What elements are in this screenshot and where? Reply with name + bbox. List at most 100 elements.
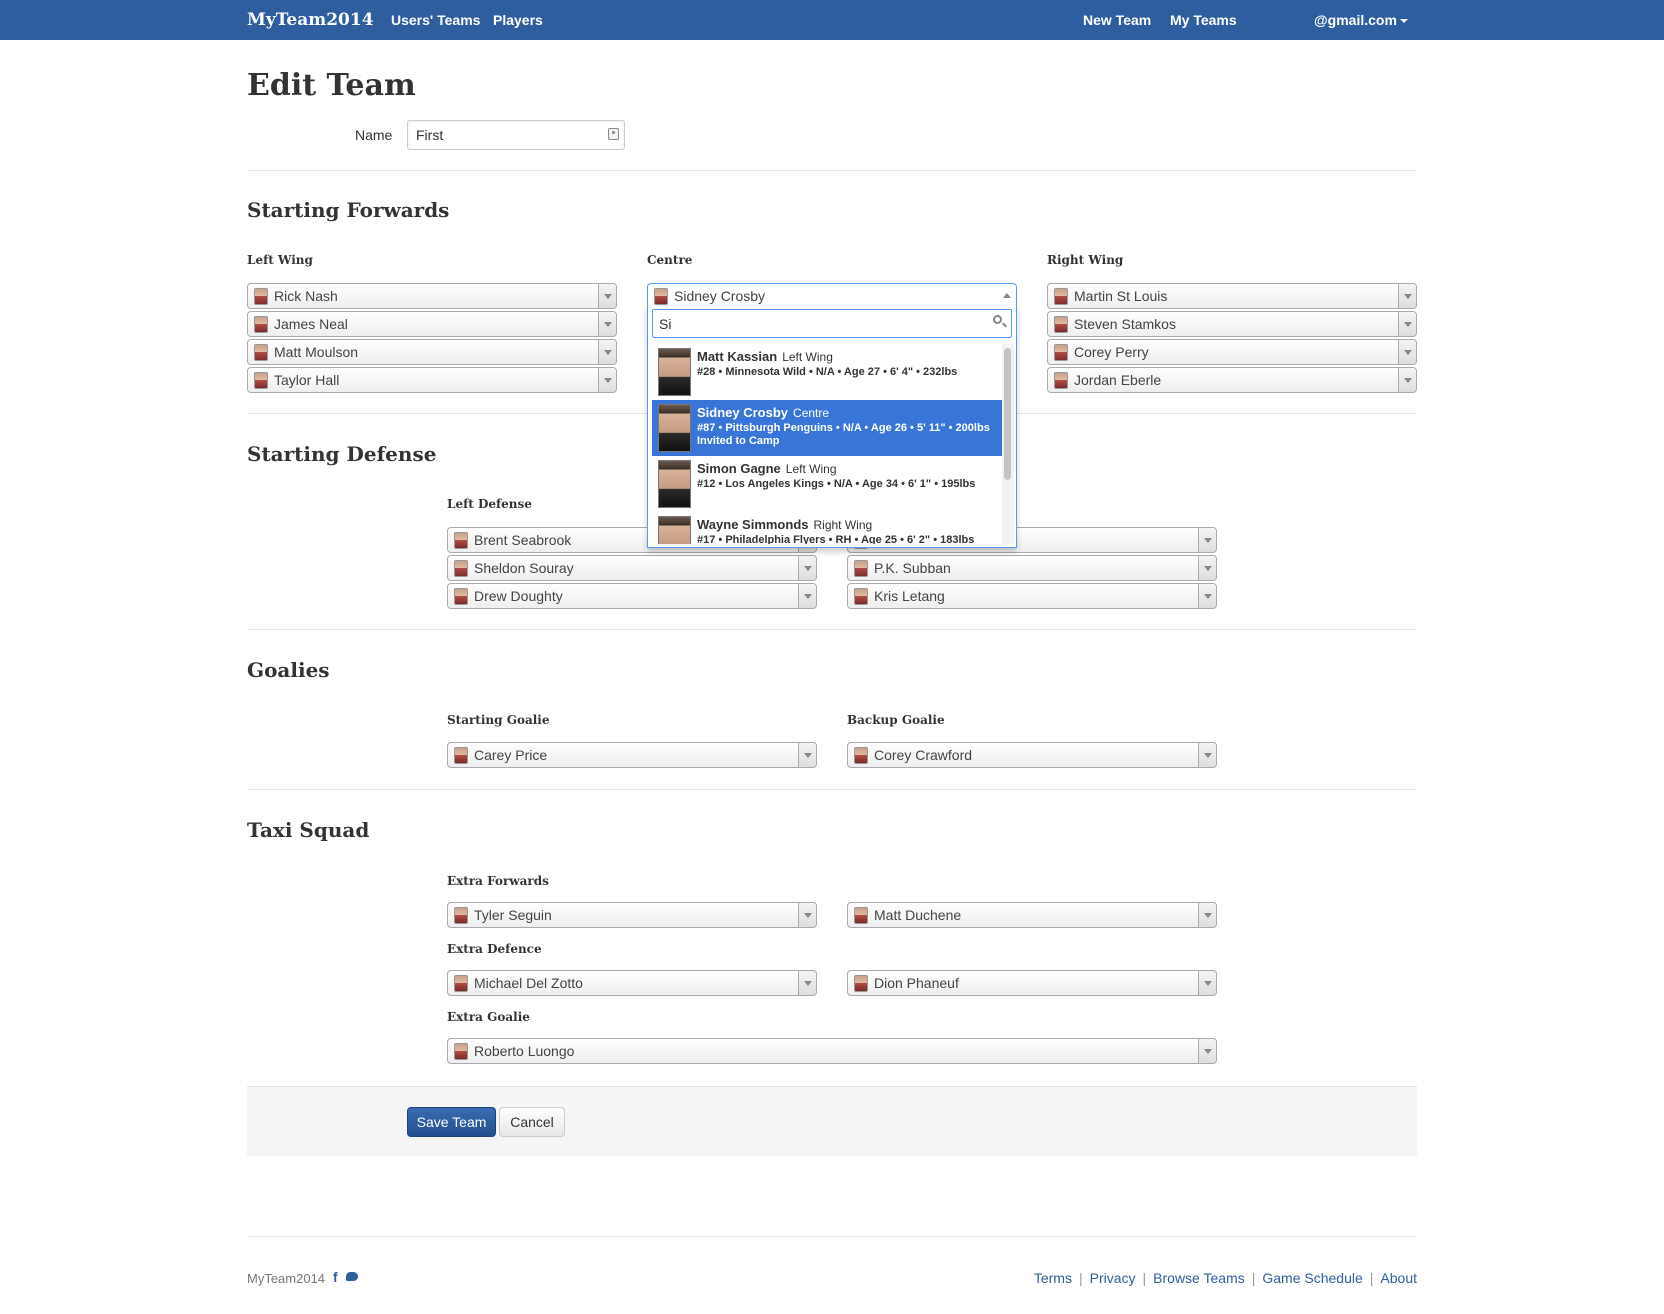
extra-defence-select-1[interactable]: Michael Del Zotto [447,970,817,996]
selected-player: Drew Doughty [474,588,563,604]
footer-link-browse-teams[interactable]: Browse Teams [1153,1270,1245,1286]
selected-player: Carey Price [474,747,548,763]
nav-users-teams[interactable]: Users' Teams [391,12,480,28]
scrollbar-thumb[interactable] [1004,348,1011,480]
player-photo [658,460,691,508]
player-search-input[interactable] [652,309,1012,338]
result-item[interactable]: Simon Gagne Left Wing #12 • Los Angeles K… [652,456,1003,512]
right-defense-select-3[interactable]: Kris Letang [847,583,1217,609]
result-name: Simon Gagne [697,461,781,476]
result-position: Right Wing [813,518,873,532]
footer-link-about[interactable]: About [1380,1270,1417,1286]
label-backup-goalie: Backup Goalie [847,713,945,727]
dropdown-arrow-icon[interactable] [1198,528,1216,552]
starting-goalie-select[interactable]: Carey Price [447,742,817,768]
team-name-input[interactable] [407,120,625,150]
extra-forward-select-2[interactable]: Matt Duchene [847,902,1217,928]
result-item-highlighted[interactable]: Sidney Crosby Centre #87 • Pittsburgh Pen… [652,400,1003,456]
player-avatar [454,975,468,992]
player-photo [658,516,691,544]
dropdown-arrow-icon[interactable] [1398,340,1416,364]
extra-forward-select-1[interactable]: Tyler Seguin [447,902,817,928]
right-wing-select-3[interactable]: Corey Perry [1047,339,1417,365]
backup-goalie-select[interactable]: Corey Crawford [847,742,1217,768]
dropdown-arrow-icon[interactable] [1198,556,1216,580]
dropdown-arrow-icon[interactable] [1198,1039,1216,1063]
dropdown-arrow-icon[interactable] [998,284,1016,308]
right-wing-select-2[interactable]: Steven Stamkos [1047,311,1417,337]
results-list: Matt Kassian Left Wing #28 • Minnesota Wi… [652,344,1003,544]
dropdown-arrow-icon[interactable] [798,743,816,767]
extra-defence-select-2[interactable]: Dion Phaneuf [847,970,1217,996]
right-wing-select-4[interactable]: Jordan Eberle [1047,367,1417,393]
cancel-button[interactable]: Cancel [499,1107,565,1137]
facebook-icon[interactable]: f [333,1269,338,1285]
dropdown-arrow-icon[interactable] [798,903,816,927]
selected-player: Sheldon Souray [474,560,574,576]
label-left-wing: Left Wing [247,253,313,267]
navbar: MyTeam2014 Users' Teams Players New Team… [0,0,1664,40]
dropdown-arrow-icon[interactable] [1398,368,1416,392]
selected-player: Corey Crawford [874,747,973,763]
dropdown-arrow-icon[interactable] [1198,971,1216,995]
selected-player: Rick Nash [274,288,338,304]
dropdown-arrow-icon[interactable] [598,340,616,364]
section-title-defense: Starting Defense [247,442,437,466]
account-menu[interactable]: @gmail.com [1314,12,1408,28]
footer-link-terms[interactable]: Terms [1034,1270,1072,1286]
selected-player: Sidney Crosby [674,288,766,304]
dropdown-arrow-icon[interactable] [1198,743,1216,767]
results-scrollbar[interactable] [1002,344,1014,544]
left-wing-select-1[interactable]: Rick Nash [247,283,617,309]
dropdown-arrow-icon[interactable] [1198,903,1216,927]
selected-player: P.K. Subban [874,560,951,576]
result-item[interactable]: Wayne Simmonds Right Wing #17 • Philadelp… [652,512,1003,544]
dropdown-arrow-icon[interactable] [1398,312,1416,336]
left-wing-select-4[interactable]: Taylor Hall [247,367,617,393]
left-wing-select-2[interactable]: James Neal [247,311,617,337]
nav-my-teams[interactable]: My Teams [1170,12,1237,28]
player-photo [658,404,691,452]
selected-player: Roberto Luongo [474,1043,575,1059]
dropdown-arrow-icon[interactable] [798,556,816,580]
result-name: Matt Kassian [697,349,778,364]
footer-links: Terms | Privacy | Browse Teams | Game Schedule… [1034,1270,1417,1286]
result-status: Invited to Camp [697,435,780,447]
dropdown-arrow-icon[interactable] [798,971,816,995]
twitter-icon[interactable] [346,1272,358,1281]
footer-link-privacy[interactable]: Privacy [1090,1270,1136,1286]
player-avatar [1054,316,1068,333]
result-item[interactable]: Matt Kassian Left Wing #28 • Minnesota Wi… [652,344,1003,400]
right-wing-select-1[interactable]: Martin St Louis [1047,283,1417,309]
section-title-taxi: Taxi Squad [247,818,370,842]
footer-divider [247,1236,1417,1237]
separator: | [1251,1270,1256,1286]
left-defense-select-3[interactable]: Drew Doughty [447,583,817,609]
dropdown-arrow-icon[interactable] [1198,584,1216,608]
dropdown-arrow-icon[interactable] [598,368,616,392]
extra-goalie-select[interactable]: Roberto Luongo [447,1038,1217,1064]
dropdown-arrow-icon[interactable] [598,312,616,336]
caret-down-icon [1399,19,1408,24]
label-starting-goalie: Starting Goalie [447,713,550,727]
nav-players[interactable]: Players [493,12,543,28]
result-name: Sidney Crosby [697,405,789,420]
dropdown-arrow-icon[interactable] [798,584,816,608]
dropdown-arrow-icon[interactable] [598,284,616,308]
account-email: @gmail.com [1314,12,1397,28]
right-defense-select-2[interactable]: P.K. Subban [847,555,1217,581]
result-name: Wayne Simmonds [697,517,809,532]
player-avatar [454,907,468,924]
player-avatar [254,344,268,361]
player-photo [658,348,691,396]
brand-link[interactable]: MyTeam2014 [247,10,374,30]
save-team-button[interactable]: Save Team [407,1107,496,1137]
left-defense-select-2[interactable]: Sheldon Souray [447,555,817,581]
centre-dropdown: Matt Kassian Left Wing #28 • Minnesota Wi… [647,306,1017,548]
nav-new-team[interactable]: New Team [1083,12,1151,28]
label-right-wing: Right Wing [1047,253,1124,267]
dropdown-arrow-icon[interactable] [1398,284,1416,308]
left-wing-select-3[interactable]: Matt Moulson [247,339,617,365]
footer-link-game-schedule[interactable]: Game Schedule [1262,1270,1362,1286]
label-extra-defence: Extra Defence [447,942,542,956]
